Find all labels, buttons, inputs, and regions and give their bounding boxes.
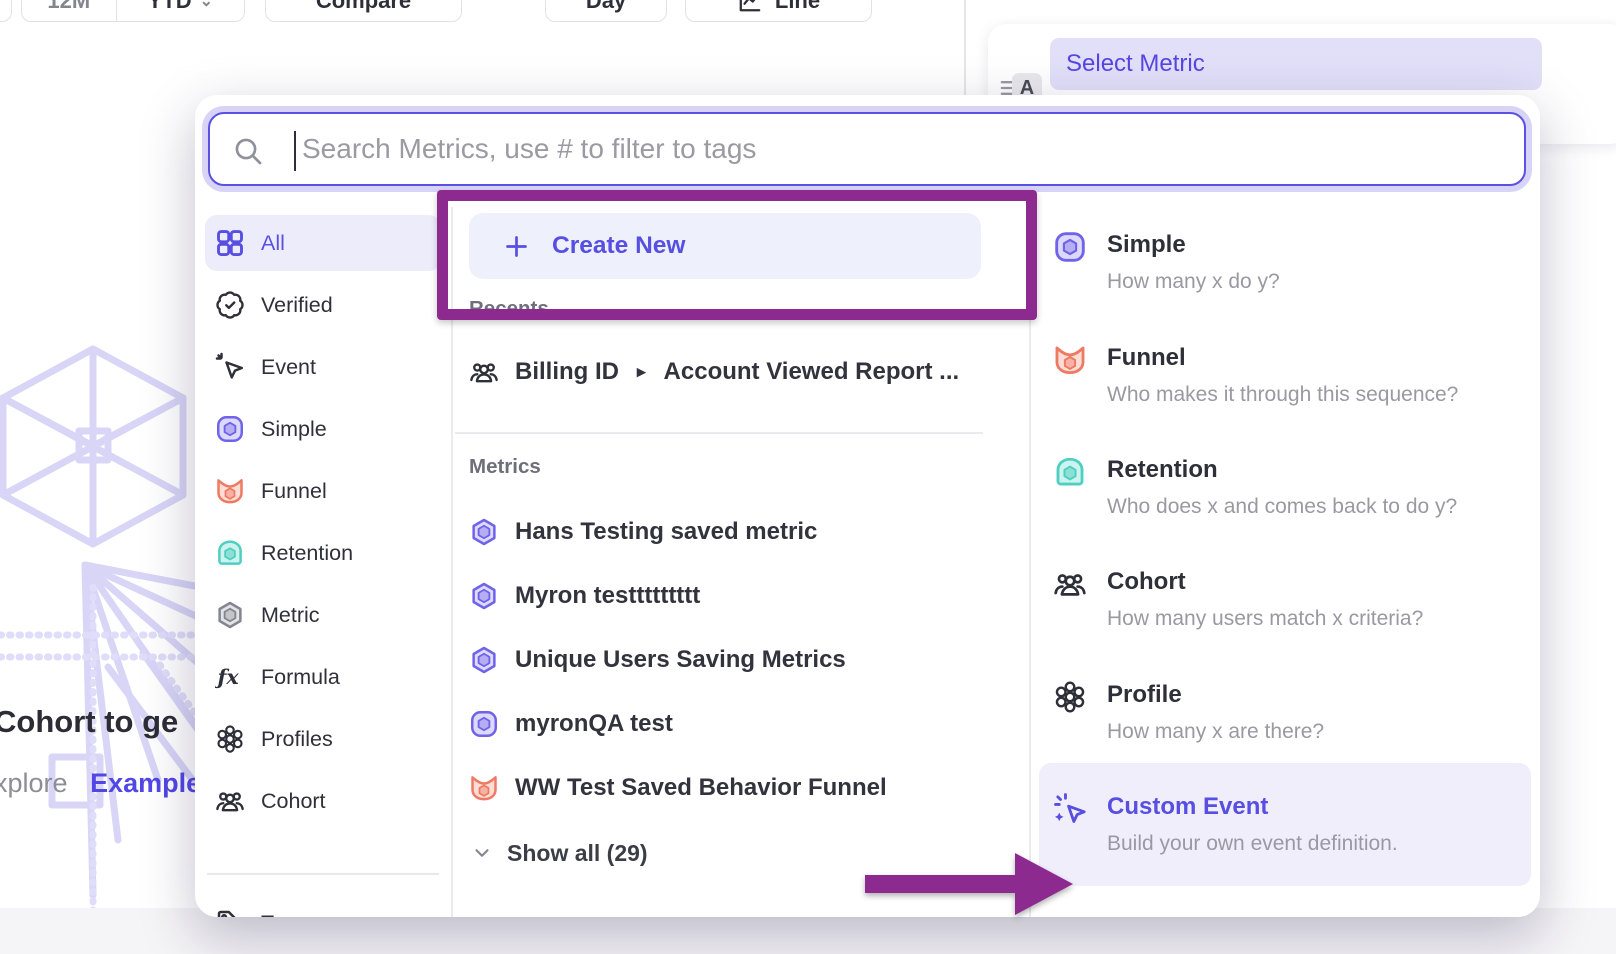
app-root: Cohort to ge xplore Example 12M YTD⌄ Com… bbox=[0, 0, 1616, 954]
cohort-people-icon bbox=[215, 786, 245, 816]
event-cursor-icon bbox=[215, 352, 245, 382]
sidebar-item-cohort[interactable]: Cohort bbox=[205, 773, 441, 829]
saved-metric-hex-icon bbox=[469, 581, 499, 611]
metric-list-item[interactable]: Myron testtttttttt bbox=[469, 569, 700, 623]
metric-badge-icon bbox=[215, 600, 245, 630]
metrics-header: Metrics bbox=[469, 455, 541, 479]
retention-badge-icon bbox=[1053, 455, 1087, 489]
line-chart-icon bbox=[737, 0, 763, 14]
sidebar-item-metric[interactable]: Metric bbox=[205, 587, 441, 643]
toolbar-fragment-button[interactable] bbox=[0, 0, 12, 22]
type-retention[interactable]: Retention Who does x and comes back to d… bbox=[1053, 453, 1523, 521]
formula-icon bbox=[215, 662, 245, 692]
metrics-section-divider bbox=[455, 432, 983, 434]
day-granularity-button[interactable]: Day bbox=[545, 0, 667, 22]
profiles-cluster-icon bbox=[215, 724, 245, 754]
sidebar-item-partial[interactable]: T bbox=[205, 895, 441, 917]
line-chart-type-button[interactable]: Line bbox=[685, 0, 872, 22]
sidebar-item-verified[interactable]: Verified bbox=[205, 277, 441, 333]
saved-metric-hex-icon bbox=[469, 517, 499, 547]
annotation-highlight-box bbox=[437, 190, 1037, 320]
sidebar-item-profiles[interactable]: Profiles bbox=[205, 711, 441, 767]
retention-badge-icon bbox=[215, 538, 245, 568]
saved-metric-hex-icon bbox=[469, 645, 499, 675]
funnel-badge-icon bbox=[1053, 343, 1087, 377]
grid-icon bbox=[215, 228, 245, 258]
custom-event-spark-icon bbox=[1053, 792, 1087, 826]
type-simple[interactable]: Simple How many x do y? bbox=[1053, 228, 1523, 296]
sidebar-item-funnel[interactable]: Funnel bbox=[205, 463, 441, 519]
show-all-toggle[interactable]: Show all (29) bbox=[471, 827, 648, 879]
search-input[interactable] bbox=[210, 114, 1524, 184]
type-cohort[interactable]: Cohort How many users match x criteria? bbox=[1053, 565, 1523, 633]
funnel-badge-icon bbox=[215, 476, 245, 506]
sidebar-item-all[interactable]: All bbox=[205, 215, 441, 271]
simple-badge-icon bbox=[469, 709, 499, 739]
empty-state-heading: Cohort to ge bbox=[0, 704, 178, 740]
subtext-fragment: xplore bbox=[0, 768, 68, 798]
sidebar-item-retention[interactable]: Retention bbox=[205, 525, 441, 581]
metric-search bbox=[208, 112, 1526, 186]
recent-item[interactable]: Billing ID ▸ Account Viewed Report ... bbox=[469, 345, 959, 399]
sidebar-item-formula[interactable]: Formula bbox=[205, 649, 441, 705]
metric-list-item[interactable]: WW Test Saved Behavior Funnel bbox=[469, 761, 887, 815]
type-custom-event[interactable]: Custom Event Build your own event defini… bbox=[1053, 790, 1523, 858]
sidebar-item-event[interactable]: Event bbox=[205, 339, 441, 395]
breadcrumb-arrow-icon: ▸ bbox=[637, 362, 646, 382]
sidebar-section-divider bbox=[207, 873, 439, 875]
cohort-people-icon bbox=[1053, 567, 1087, 601]
metric-list-item[interactable]: Hans Testing saved metric bbox=[469, 505, 817, 559]
range-ytd-button[interactable]: YTD⌄ bbox=[116, 0, 244, 21]
select-metric-field[interactable]: Select Metric bbox=[1050, 38, 1542, 90]
funnel-badge-icon bbox=[469, 773, 499, 803]
simple-badge-icon bbox=[215, 414, 245, 444]
type-funnel[interactable]: Funnel Who makes it through this sequenc… bbox=[1053, 341, 1523, 409]
range-12m-button[interactable]: 12M bbox=[22, 0, 116, 21]
chevron-down-icon: ⌄ bbox=[200, 0, 213, 11]
date-range-control[interactable]: 12M YTD⌄ bbox=[21, 0, 245, 22]
chevron-down-icon bbox=[471, 842, 493, 864]
sidebar-item-simple[interactable]: Simple bbox=[205, 401, 441, 457]
metric-list-item[interactable]: myronQA test bbox=[469, 697, 673, 751]
type-profile[interactable]: Profile How many x are there? bbox=[1053, 678, 1523, 746]
tag-icon bbox=[215, 908, 245, 917]
metric-list-item[interactable]: Unique Users Saving Metrics bbox=[469, 633, 846, 687]
verified-badge-icon bbox=[215, 290, 245, 320]
empty-state-subtext: xplore Example bbox=[0, 768, 201, 799]
simple-badge-icon bbox=[1053, 230, 1087, 264]
annotation-arrow bbox=[855, 845, 1083, 925]
profiles-cluster-icon bbox=[1053, 680, 1087, 714]
example-link[interactable]: Example bbox=[90, 768, 201, 798]
compare-button[interactable]: Compare bbox=[265, 0, 462, 22]
cohort-people-icon bbox=[469, 357, 499, 387]
empty-state-illustration bbox=[0, 335, 200, 954]
